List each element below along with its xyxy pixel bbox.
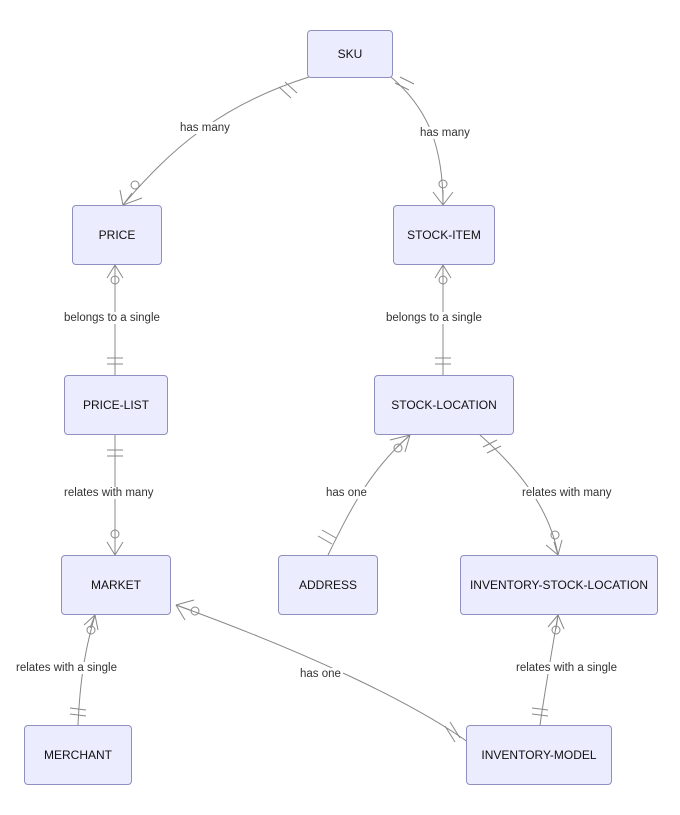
- entity-inventory-model: INVENTORY-MODEL: [466, 725, 612, 785]
- entity-inventory-stock-location: INVENTORY-STOCK-LOCATION: [460, 555, 658, 615]
- label-market-merchant: relates with a single: [14, 662, 119, 674]
- entity-price: PRICE: [72, 205, 162, 265]
- entity-sku: SKU: [307, 30, 393, 78]
- label-stock-item-stock-location: belongs to a single: [384, 312, 484, 324]
- entity-market: MARKET: [61, 555, 171, 615]
- er-diagram: SKU PRICE STOCK-ITEM PRICE-LIST STOCK-LO…: [0, 0, 680, 815]
- label-sku-price: has many: [178, 122, 232, 134]
- label-market-inventory-model: has one: [298, 668, 343, 680]
- label-price-list-market: relates with many: [62, 487, 155, 499]
- entity-stock-location: STOCK-LOCATION: [374, 375, 514, 435]
- entity-stock-item: STOCK-ITEM: [393, 205, 495, 265]
- label-stock-location-address: has one: [324, 487, 369, 499]
- label-sku-stock-item: has many: [418, 127, 472, 139]
- entity-merchant: MERCHANT: [24, 725, 132, 785]
- label-price-price-list: belongs to a single: [62, 312, 162, 324]
- entity-price-list: PRICE-LIST: [64, 375, 168, 435]
- label-isl-inventory-model: relates with a single: [514, 662, 619, 674]
- label-stock-location-isl: relates with many: [520, 487, 613, 499]
- entity-address: ADDRESS: [278, 555, 378, 615]
